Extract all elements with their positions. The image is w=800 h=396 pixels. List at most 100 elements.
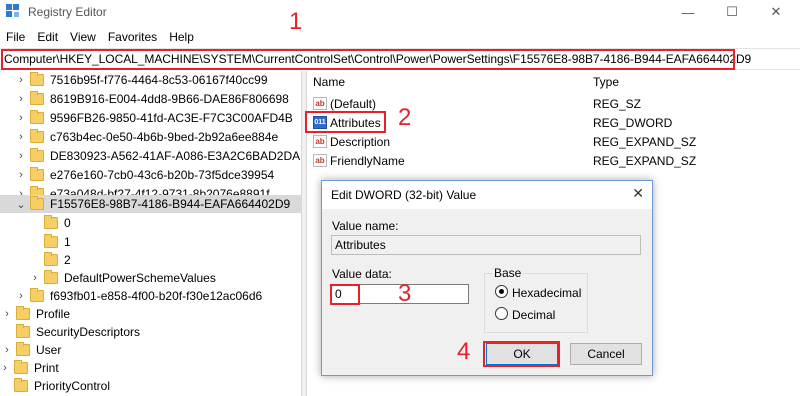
expand-icon[interactable]: › — [16, 71, 26, 89]
tree-item[interactable]: 2 — [0, 251, 301, 269]
folder-icon — [30, 129, 44, 143]
value-name-label: Value name: — [332, 219, 399, 233]
tree-item-label: DefaultPowerSchemeValues — [64, 271, 216, 285]
tree-item[interactable]: › 7516b95f-f776-4464-8c53-06167f40cc99 — [0, 71, 301, 89]
tree-item[interactable]: › DE830923-A562-41AF-A086-E3A2C6BAD2DA — [0, 147, 301, 165]
expand-icon — [30, 251, 40, 269]
base-groupbox — [484, 273, 588, 333]
folder-icon — [14, 378, 28, 392]
folder-icon — [30, 148, 44, 162]
tree-item[interactable]: › 9596FB26-9850-41fd-AC3E-F7C3C00AFD4B — [0, 109, 301, 127]
expand-icon — [30, 214, 40, 232]
tree-item-label: 0 — [64, 216, 71, 230]
close-button[interactable]: ✕ — [754, 0, 798, 24]
decimal-label[interactable]: Decimal — [512, 308, 555, 322]
tree-item-label: e276e160-7cb0-43c6-b20b-73f5dce39954 — [50, 168, 275, 182]
address-highlight-box — [1, 49, 735, 70]
value-row[interactable]: ab Description REG_EXPAND_SZ — [307, 133, 800, 151]
expand-icon[interactable]: › — [16, 287, 26, 305]
tree-item[interactable]: PriorityControl — [0, 377, 301, 395]
string-value-icon: ab — [313, 154, 327, 167]
value-data-label: Value data: — [332, 267, 392, 281]
folder-icon — [16, 306, 30, 320]
folder-icon — [16, 342, 30, 356]
expand-icon[interactable]: › — [16, 109, 26, 127]
value-type: REG_EXPAND_SZ — [593, 154, 697, 168]
menu-file[interactable]: File — [0, 28, 31, 46]
menu-bar: File Edit View Favorites Help — [0, 28, 200, 46]
expand-icon[interactable]: › — [16, 147, 26, 165]
column-header-type[interactable]: Type — [593, 75, 619, 89]
folder-icon — [30, 72, 44, 86]
folder-icon — [44, 270, 58, 284]
folder-icon — [16, 324, 30, 338]
folder-icon — [30, 196, 44, 210]
value-name-field: Attributes — [331, 235, 641, 255]
expand-icon — [30, 233, 40, 251]
value-type: REG_EXPAND_SZ — [593, 135, 697, 149]
tree-item-selected[interactable]: ⌄ F15576E8-98B7-4186-B944-EAFA664402D9 — [0, 195, 301, 213]
folder-icon — [44, 234, 58, 248]
value-name: FriendlyName — [330, 154, 405, 168]
window-title: Registry Editor — [28, 5, 107, 19]
menu-view[interactable]: View — [64, 28, 102, 46]
menu-edit[interactable]: Edit — [31, 28, 64, 46]
tree-item[interactable]: › e276e160-7cb0-43c6-b20b-73f5dce39954 — [0, 166, 301, 184]
tree-item[interactable]: › Profile — [0, 305, 301, 323]
expand-icon[interactable]: › — [2, 305, 12, 323]
tree-item[interactable]: 0 — [0, 214, 301, 232]
string-value-icon: ab — [313, 135, 327, 148]
menu-help[interactable]: Help — [163, 28, 200, 46]
tree-item[interactable]: › Print — [0, 359, 301, 377]
maximize-button[interactable]: ☐ — [710, 0, 754, 24]
expand-icon — [2, 323, 12, 341]
tree-item[interactable]: › c763b4ec-0e50-4b6b-9bed-2b92a6ee884e — [0, 128, 301, 146]
menu-favorites[interactable]: Favorites — [102, 28, 163, 46]
folder-icon — [14, 360, 28, 374]
hexadecimal-radio[interactable] — [495, 285, 508, 298]
expand-icon[interactable]: › — [16, 90, 26, 108]
minimize-button[interactable]: — — [666, 0, 710, 24]
edit-dword-dialog: Edit DWORD (32-bit) Value ✕ Value name: … — [321, 180, 653, 376]
tree-item-label: Print — [34, 361, 59, 375]
hexadecimal-label[interactable]: Hexadecimal — [512, 286, 581, 300]
folder-icon — [30, 167, 44, 181]
expand-icon[interactable]: › — [16, 128, 26, 146]
expand-icon[interactable]: › — [2, 341, 12, 359]
title-bar: Registry Editor 1 — ☐ ✕ — [0, 0, 800, 34]
tree-item[interactable]: SecurityDescriptors — [0, 323, 301, 341]
key-tree[interactable]: › 7516b95f-f776-4464-8c53-06167f40cc99 › 8… — [0, 71, 301, 396]
expand-icon[interactable]: › — [30, 269, 40, 287]
tree-item-label: DE830923-A562-41AF-A086-E3A2C6BAD2DA — [50, 149, 301, 163]
column-header-name[interactable]: Name — [313, 75, 345, 89]
expand-icon — [0, 377, 10, 395]
decimal-radio[interactable] — [495, 307, 508, 320]
tree-item[interactable]: 1 — [0, 233, 301, 251]
step-4-marker: 4 — [457, 338, 471, 365]
tree-item-label: f693fb01-e858-4f00-b20f-f30e12ac06d6 — [50, 289, 263, 303]
expand-icon[interactable]: › — [0, 359, 10, 377]
cancel-button[interactable]: Cancel — [570, 343, 642, 365]
string-value-icon: ab — [313, 97, 327, 110]
value-type: REG_SZ — [593, 97, 642, 111]
value-data-highlight-box — [330, 284, 360, 305]
tree-item-label: PriorityControl — [34, 379, 111, 393]
expand-icon[interactable]: › — [16, 166, 26, 184]
step-1-marker: 1 — [289, 8, 303, 35]
step-3-marker: 3 — [398, 280, 412, 307]
tree-item-label: c763b4ec-0e50-4b6b-9bed-2b92a6ee884e — [50, 130, 279, 144]
tree-item[interactable]: › f693fb01-e858-4f00-b20f-f30e12ac06d6 — [0, 287, 301, 305]
folder-icon — [30, 110, 44, 124]
folder-icon — [44, 215, 58, 229]
collapse-icon[interactable]: ⌄ — [16, 195, 26, 213]
value-row[interactable]: ab FriendlyName REG_EXPAND_SZ — [307, 152, 800, 170]
tree-item[interactable]: › DefaultPowerSchemeValues — [0, 269, 301, 287]
tree-item[interactable]: › User — [0, 341, 301, 359]
folder-icon — [30, 288, 44, 302]
value-type: REG_DWORD — [593, 116, 673, 130]
tree-item[interactable]: › 8619B916-E004-4dd8-9B66-DAE86F806698 — [0, 90, 301, 108]
ok-highlight-box — [483, 341, 560, 367]
step-2-marker: 2 — [398, 104, 412, 131]
dialog-close-icon[interactable]: ✕ — [632, 185, 644, 202]
tree-item-label: F15576E8-98B7-4186-B944-EAFA664402D9 — [50, 197, 291, 211]
